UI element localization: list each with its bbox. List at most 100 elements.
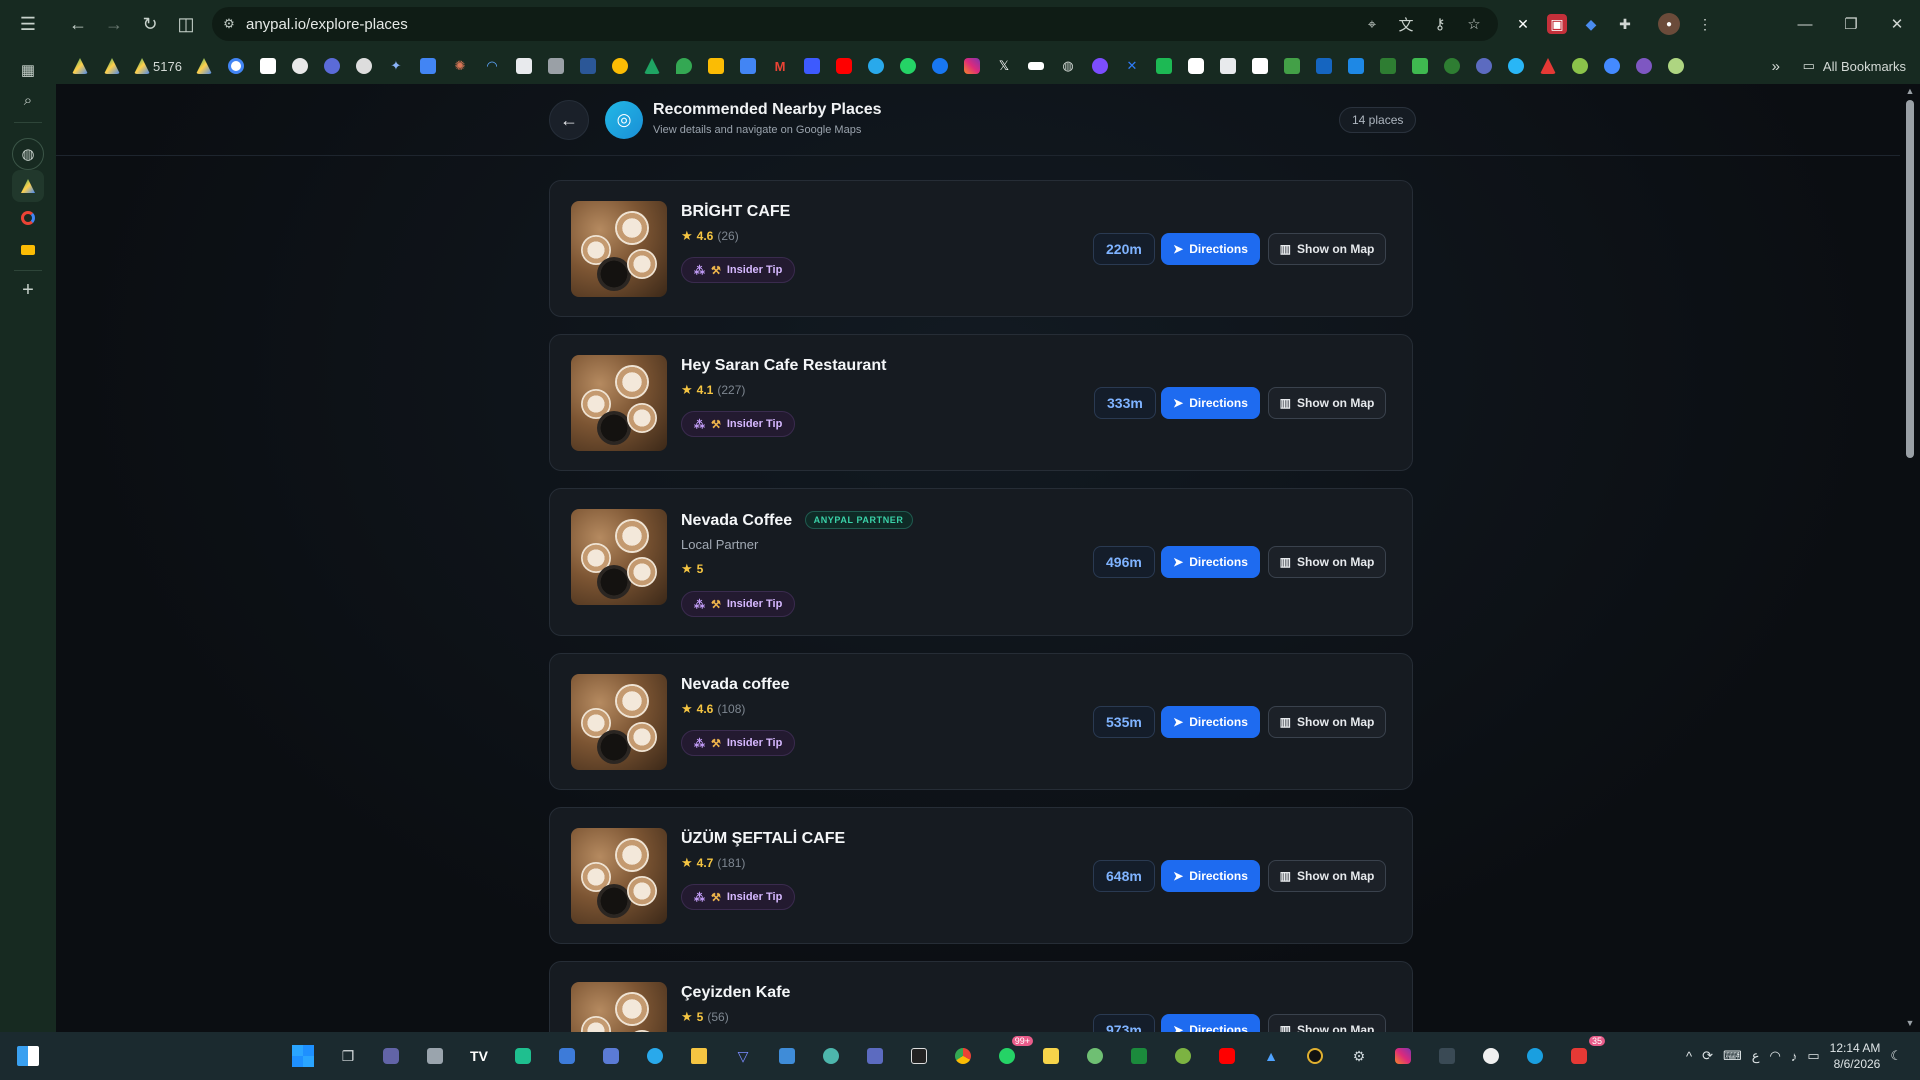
place-card[interactable]: Çeyizden Kafe ★ 5 (56) 973m ➤ Directions… <box>549 961 1413 1032</box>
bookmark-icon[interactable] <box>1148 52 1180 80</box>
bookmark-icon[interactable] <box>1084 52 1116 80</box>
chevron-up-icon[interactable]: ^ <box>1686 1049 1692 1064</box>
profile-avatar[interactable]: ● <box>1658 13 1680 35</box>
directions-button[interactable]: ➤ Directions <box>1161 860 1260 892</box>
back-icon[interactable]: ← <box>60 6 96 42</box>
google-shortcut-icon[interactable] <box>12 202 44 234</box>
x-bookmark-icon[interactable]: 𝕏 <box>988 52 1020 80</box>
bookmark-icon[interactable] <box>1500 52 1532 80</box>
forward-icon[interactable]: → <box>96 6 132 42</box>
insider-tip-button[interactable]: ⁂ ⚒ Insider Tip <box>681 591 796 617</box>
instagram-bookmark-icon[interactable] <box>956 52 988 80</box>
start-icon[interactable] <box>287 1040 319 1072</box>
gemini-bookmark-icon[interactable]: ✦ <box>380 52 412 80</box>
sticky-notes-icon[interactable] <box>1035 1040 1067 1072</box>
bookmark-icon[interactable]: ◠ <box>476 52 508 80</box>
bookmark-icon[interactable] <box>1404 52 1436 80</box>
directions-button[interactable]: ➤ Directions <box>1161 706 1260 738</box>
insider-tip-button[interactable]: ⁂ ⚒ Insider Tip <box>681 257 796 283</box>
bookmark-icon[interactable]: ✕ <box>1116 52 1148 80</box>
drive-bookmark-icon[interactable] <box>96 52 128 80</box>
app-icon[interactable] <box>595 1040 627 1072</box>
app-icon[interactable] <box>551 1040 583 1072</box>
tradingview-icon[interactable]: TV <box>463 1040 495 1072</box>
place-name[interactable]: BRİGHT CAFE <box>681 203 790 221</box>
insider-tip-button[interactable]: ⁂ ⚒ Insider Tip <box>681 411 796 437</box>
teams-icon[interactable] <box>375 1040 407 1072</box>
drive-bookmark-icon[interactable] <box>636 52 668 80</box>
translate-icon[interactable]: 文 <box>1392 14 1420 35</box>
bookmark-icon[interactable] <box>1020 52 1052 80</box>
bookmark-icon[interactable] <box>252 52 284 80</box>
app-icon[interactable] <box>1519 1040 1551 1072</box>
place-card[interactable]: ÜZÜM ŞEFTALİ CAFE ★ 4.7 (181) ⁂ ⚒ Inside… <box>549 807 1413 944</box>
fbs-icon[interactable] <box>1123 1040 1155 1072</box>
youtube-icon[interactable] <box>1211 1040 1243 1072</box>
bookmark-icon[interactable] <box>700 52 732 80</box>
place-name[interactable]: Nevada coffee <box>681 676 790 694</box>
show-on-map-button[interactable]: ▥ Show on Map <box>1268 387 1386 419</box>
insider-tip-button[interactable]: ⁂ ⚒ Insider Tip <box>681 884 796 910</box>
site-info-icon[interactable]: ⚙ <box>212 16 246 32</box>
scrollbar-thumb[interactable] <box>1906 100 1914 458</box>
show-on-map-button[interactable]: ▥ Show on Map <box>1268 233 1386 265</box>
whatsapp-icon[interactable]: 99+ <box>991 1036 1033 1072</box>
docs-bookmark-icon[interactable] <box>412 52 444 80</box>
bookmark-icon[interactable] <box>1276 52 1308 80</box>
directions-button[interactable]: ➤ Directions <box>1161 1014 1260 1032</box>
all-bookmarks-button[interactable]: ▭ All Bookmarks <box>1803 48 1906 84</box>
app-icon[interactable] <box>1299 1040 1331 1072</box>
wifi-icon[interactable]: ◠ <box>1770 1048 1781 1064</box>
place-name[interactable]: ÜZÜM ŞEFTALİ CAFE <box>681 830 845 848</box>
tradingview-bookmark-icon[interactable] <box>1244 52 1276 80</box>
directions-button[interactable]: ➤ Directions <box>1161 233 1260 265</box>
bookmark-icon[interactable] <box>1436 52 1468 80</box>
file-explorer-icon[interactable] <box>683 1040 715 1072</box>
location-icon[interactable]: ⌖ <box>1358 16 1386 33</box>
app-icon[interactable]: ▽ <box>727 1040 759 1072</box>
youtube-bookmark-icon[interactable] <box>828 52 860 80</box>
bookmark-icon[interactable] <box>1660 52 1692 80</box>
sync-icon[interactable]: ⟳ <box>1702 1048 1713 1064</box>
url-text[interactable]: anypal.io/explore-places <box>246 16 408 33</box>
word-bookmark-icon[interactable] <box>572 52 604 80</box>
apps-grid-icon[interactable]: ▦ <box>12 54 44 86</box>
tab-search-icon[interactable]: ☰ <box>10 6 46 42</box>
place-card[interactable]: Hey Saran Cafe Restaurant ★ 4.1 (227) ⁂ … <box>549 334 1413 471</box>
directions-button[interactable]: ➤ Directions <box>1161 387 1260 419</box>
translate-bookmark-icon[interactable] <box>732 52 764 80</box>
app-icon[interactable] <box>859 1040 891 1072</box>
language-icon[interactable]: ع <box>1752 1048 1760 1064</box>
more-bookmarks-icon[interactable]: » <box>1772 48 1780 84</box>
bookmark-star-icon[interactable]: ☆ <box>1460 15 1488 33</box>
facebook-bookmark-icon[interactable] <box>924 52 956 80</box>
bookmark-icon[interactable] <box>1180 52 1212 80</box>
split-view-icon[interactable]: ◫ <box>168 6 204 42</box>
bookmark-icon[interactable] <box>348 52 380 80</box>
calculator-icon[interactable] <box>419 1040 451 1072</box>
whatsapp-bookmark-icon[interactable] <box>892 52 924 80</box>
bookmark-icon[interactable] <box>1372 52 1404 80</box>
extensions-puzzle-icon[interactable]: ✚ <box>1610 9 1640 39</box>
clock[interactable]: 12:14 AM 8/6/2026 <box>1830 1040 1881 1072</box>
battery-icon[interactable]: ▭ <box>1807 1048 1819 1064</box>
drive-bookmark-icon[interactable] <box>188 52 220 80</box>
bookmark-icon[interactable] <box>1628 52 1660 80</box>
drive-count-bookmark[interactable]: 5176 <box>128 52 188 80</box>
bookmark-icon[interactable] <box>1564 52 1596 80</box>
google-bookmark-icon[interactable] <box>220 52 252 80</box>
folder-bookmark-icon[interactable] <box>508 52 540 80</box>
chrome-icon[interactable] <box>947 1040 979 1072</box>
bookmark-icon[interactable] <box>1308 52 1340 80</box>
globe-icon[interactable]: ◍ <box>12 138 44 170</box>
drive-bookmark-icon[interactable] <box>64 52 96 80</box>
moon-icon[interactable]: ☾ <box>1890 1048 1902 1064</box>
close-window-icon[interactable]: ✕ <box>1874 0 1920 48</box>
place-card[interactable]: Nevada Coffee ANYPAL PARTNER Local Partn… <box>549 488 1413 636</box>
bookmark-icon[interactable] <box>796 52 828 80</box>
app-icon[interactable] <box>1167 1040 1199 1072</box>
directions-button[interactable]: ➤ Directions <box>1161 546 1260 578</box>
show-on-map-button[interactable]: ▥ Show on Map <box>1268 860 1386 892</box>
notes-shortcut-icon[interactable] <box>12 234 44 266</box>
bookmark-icon[interactable] <box>1212 52 1244 80</box>
